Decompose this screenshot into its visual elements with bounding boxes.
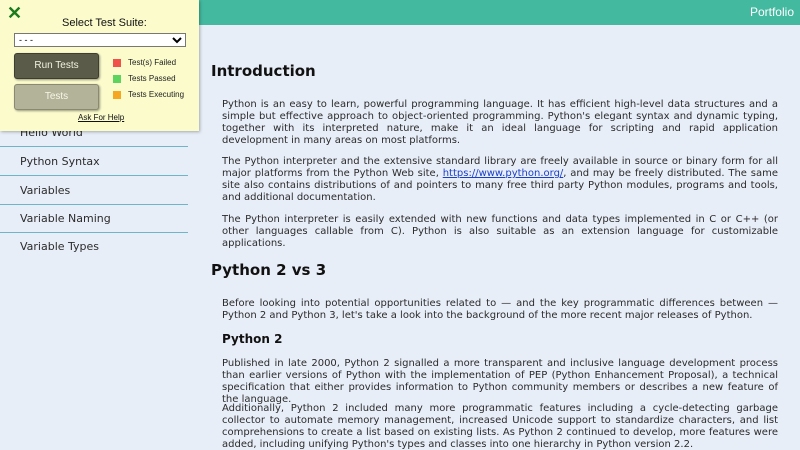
tests-button[interactable]: Tests bbox=[14, 84, 99, 110]
sidebar-item-python-syntax[interactable]: Python Syntax bbox=[0, 148, 188, 176]
main-content: Introduction Python is an easy to learn,… bbox=[188, 25, 800, 450]
sidebar-item-label: Variable Naming bbox=[20, 212, 111, 225]
test-suite-panel: ✕ Select Test Suite: - - - Run Tests Tes… bbox=[0, 0, 199, 131]
sidebar-item-label: Variables bbox=[20, 184, 71, 197]
heading-python-2: Python 2 bbox=[222, 332, 283, 346]
legend-failed-label: Test(s) Failed bbox=[128, 58, 177, 67]
sidebar-item-variable-types[interactable]: Variable Types bbox=[0, 233, 188, 261]
sidebar-item-variable-naming[interactable]: Variable Naming bbox=[0, 205, 188, 233]
sidebar-item-label: Python Syntax bbox=[20, 155, 100, 168]
run-tests-button[interactable]: Run Tests bbox=[14, 53, 99, 79]
paragraph-intro-2: The Python interpreter and the extensive… bbox=[222, 156, 778, 204]
select-test-suite-label: Select Test Suite: bbox=[62, 17, 147, 29]
passed-swatch bbox=[113, 75, 121, 83]
paragraph-intro-1: Python is an easy to learn, powerful pro… bbox=[222, 99, 778, 146]
test-suite-select[interactable]: - - - bbox=[14, 33, 186, 47]
x-mark-icon[interactable]: ✕ bbox=[7, 4, 22, 22]
paragraph-vs-1: Before looking into potential opportunit… bbox=[222, 298, 778, 321]
paragraph-python2-1: Published in late 2000, Python 2 signall… bbox=[222, 358, 778, 405]
executing-swatch bbox=[113, 91, 121, 99]
paragraph-intro-3: The Python interpreter is easily extende… bbox=[222, 214, 778, 249]
sidebar-item-variables[interactable]: Variables bbox=[0, 177, 188, 205]
sidebar-item-label: Variable Types bbox=[20, 240, 100, 253]
paragraph-python2-2: Additionally, Python 2 included many mor… bbox=[222, 403, 778, 450]
heading-python-2-vs-3: Python 2 vs 3 bbox=[211, 261, 327, 279]
failed-swatch bbox=[113, 59, 121, 67]
legend-executing-label: Tests Executing bbox=[128, 90, 185, 99]
python-org-link[interactable]: https://www.python.org/ bbox=[443, 168, 564, 179]
ask-for-help-link[interactable]: Ask For Help bbox=[78, 113, 124, 122]
heading-introduction: Introduction bbox=[211, 62, 316, 80]
legend-passed-label: Tests Passed bbox=[128, 74, 176, 83]
portfolio-link[interactable]: Portfolio bbox=[750, 5, 794, 19]
